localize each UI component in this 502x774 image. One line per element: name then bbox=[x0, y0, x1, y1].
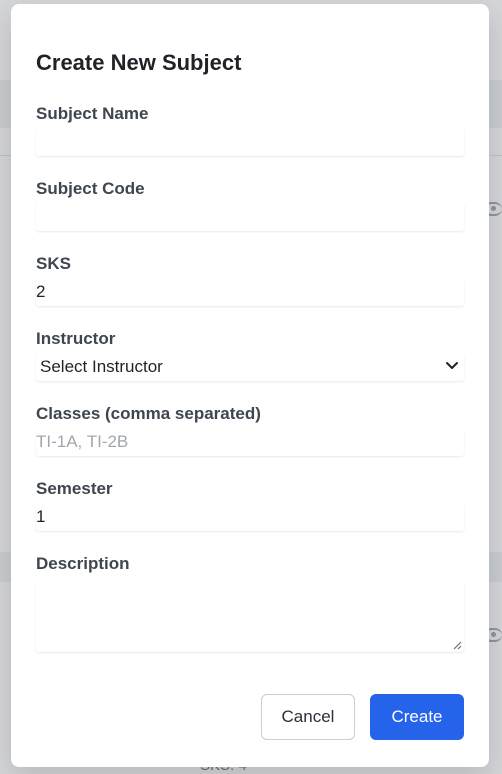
semester-input[interactable] bbox=[36, 503, 464, 531]
description-textarea[interactable] bbox=[36, 580, 464, 652]
description-field: Description bbox=[36, 552, 464, 652]
semester-field: Semester bbox=[36, 477, 464, 531]
classes-label: Classes (comma separated) bbox=[36, 404, 261, 423]
subject-code-field: Subject Code bbox=[36, 177, 464, 231]
subject-name-field: Subject Name bbox=[36, 102, 464, 156]
subject-code-input[interactable] bbox=[36, 203, 464, 231]
resize-handle-icon[interactable] bbox=[452, 640, 462, 650]
instructor-label: Instructor bbox=[36, 329, 116, 348]
subject-name-label: Subject Name bbox=[36, 104, 149, 123]
instructor-selected-value[interactable]: Select Instructor bbox=[36, 353, 464, 381]
classes-field: Classes (comma separated) bbox=[36, 402, 464, 456]
subject-name-input[interactable] bbox=[36, 128, 464, 156]
sks-input[interactable] bbox=[36, 278, 464, 306]
sks-label: SKS bbox=[36, 254, 71, 273]
instructor-select[interactable]: Select Instructor bbox=[36, 353, 464, 381]
sks-field: SKS bbox=[36, 252, 464, 306]
cancel-button[interactable]: Cancel bbox=[261, 694, 355, 740]
modal-title: Create New Subject bbox=[36, 50, 242, 75]
create-button[interactable]: Create bbox=[370, 694, 464, 740]
chevron-down-icon bbox=[446, 362, 458, 369]
instructor-field: Instructor Select Instructor bbox=[36, 327, 464, 381]
semester-label: Semester bbox=[36, 479, 113, 498]
create-subject-modal: Create New Subject Subject Name Subject … bbox=[11, 4, 489, 767]
description-label: Description bbox=[36, 554, 130, 573]
subject-code-label: Subject Code bbox=[36, 179, 145, 198]
classes-input[interactable] bbox=[36, 428, 464, 456]
